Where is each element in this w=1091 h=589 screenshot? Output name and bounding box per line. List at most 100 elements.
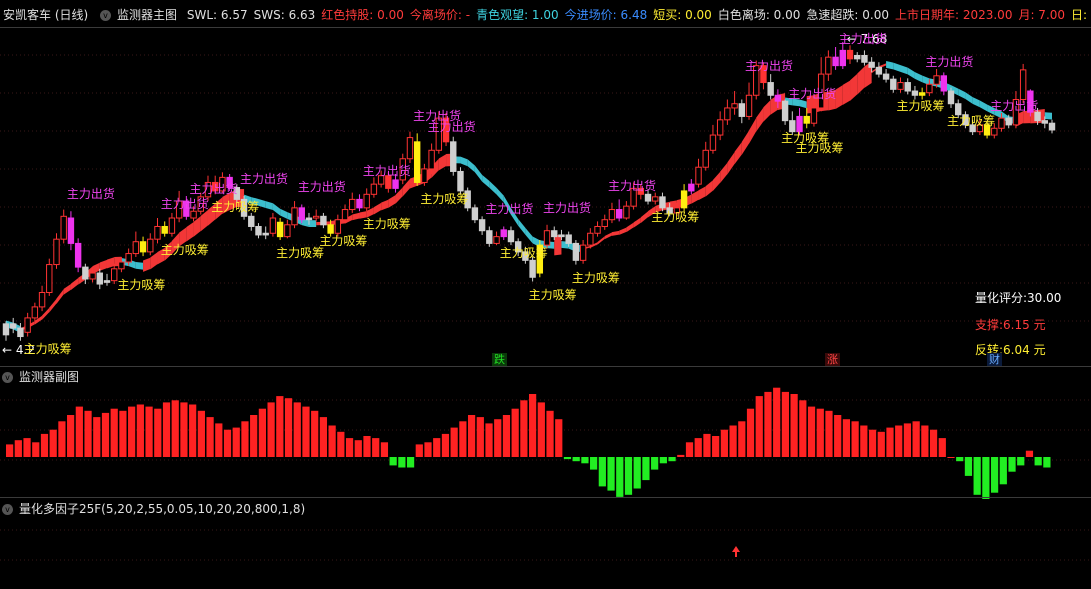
- histogram-bar-positive: [119, 410, 127, 457]
- candle-body: [248, 215, 255, 227]
- trend-ribbon-segment: [554, 234, 562, 256]
- histogram-bar-negative: [572, 457, 580, 462]
- histogram-bar-positive: [171, 400, 179, 457]
- histogram-bar-negative: [563, 457, 572, 460]
- histogram-bar-positive: [284, 398, 293, 457]
- candle-body: [111, 268, 118, 282]
- collapse-icon[interactable]: v: [2, 372, 13, 383]
- candle-body: [731, 103, 738, 109]
- trend-ribbon-segment: [842, 80, 851, 105]
- histogram-bar-positive: [799, 400, 807, 457]
- histogram-bar-negative: [990, 457, 999, 493]
- candle-body: [1048, 122, 1056, 131]
- candle-body: [67, 217, 75, 244]
- histogram-bar-positive: [215, 423, 223, 457]
- trend-ribbon-segment: [482, 174, 490, 188]
- histogram-bar-negative: [590, 457, 598, 470]
- histogram-bar-positive: [93, 417, 101, 457]
- trend-ribbon-segment: [56, 289, 64, 304]
- histogram-bar-positive: [49, 429, 57, 457]
- trend-ribbon-segment: [474, 165, 483, 182]
- histogram-bar-positive: [868, 429, 877, 457]
- candle-body: [767, 82, 774, 96]
- trend-ribbon-segment: [395, 187, 403, 204]
- candle-body: [875, 66, 883, 75]
- trend-ribbon-segment: [965, 92, 973, 104]
- reversal-price-text: 反转:6.04 元: [975, 343, 1046, 357]
- trend-ribbon-segment: [150, 252, 158, 270]
- histogram-bar-positive: [232, 427, 240, 457]
- candle-body: [1005, 117, 1012, 126]
- quant-score-text: 量化评分:30.00: [975, 291, 1062, 305]
- candle-body: [558, 234, 565, 238]
- trend-ribbon-segment: [352, 212, 360, 221]
- histogram-bar-positive: [319, 417, 328, 457]
- candle-body: [781, 100, 789, 122]
- support-price-text: 支撑:6.15 元: [975, 318, 1046, 332]
- trend-ribbon-segment: [907, 67, 915, 79]
- candle-body: [680, 190, 688, 209]
- event-badge-finance[interactable]: 财: [987, 353, 1002, 367]
- histogram-bar-positive: [677, 454, 685, 457]
- trend-ribbon-segment: [402, 178, 410, 197]
- candle-body: [132, 241, 140, 255]
- histogram-bar-negative: [616, 457, 624, 497]
- histogram-bar-negative: [581, 457, 589, 464]
- collapse-icon[interactable]: v: [2, 504, 13, 515]
- candle-body: [998, 117, 1005, 129]
- candle-body: [96, 272, 103, 285]
- candle-body: [572, 242, 580, 261]
- annotation-label: 主力出货: [788, 87, 837, 102]
- histogram-bar-positive: [511, 408, 519, 457]
- candle-body: [428, 149, 435, 170]
- candle-body: [103, 280, 111, 283]
- candle-body: [284, 224, 291, 238]
- candle-body: [702, 149, 709, 168]
- histogram-bar-positive: [746, 408, 755, 457]
- trend-ribbon-segment: [972, 97, 980, 108]
- histogram-bar-negative: [659, 457, 667, 464]
- histogram-bar-negative: [398, 457, 406, 468]
- trend-ribbon-segment: [698, 186, 706, 201]
- histogram-bar-positive: [816, 408, 824, 457]
- candle-body: [594, 225, 601, 234]
- candle-body: [846, 49, 854, 60]
- candle-body: [74, 242, 82, 268]
- candle-body: [341, 209, 349, 221]
- histogram-bar-negative: [973, 457, 981, 495]
- histogram-bar-positive: [886, 427, 894, 457]
- candle-body: [933, 75, 940, 85]
- annotation-label: 主力出货: [745, 58, 794, 73]
- candle-body: [608, 209, 616, 221]
- candle-body: [918, 92, 926, 96]
- candle-body: [890, 78, 897, 90]
- histogram-bar-positive: [32, 442, 40, 457]
- candle-body: [118, 261, 125, 270]
- histogram-bar-positive: [834, 415, 842, 457]
- trend-ribbon-segment: [734, 142, 742, 165]
- trend-ribbon-segment: [265, 201, 273, 211]
- histogram-bar-positive: [101, 412, 110, 457]
- trend-ribbon-segment: [626, 222, 634, 233]
- event-badge-fall[interactable]: 跌: [492, 353, 507, 367]
- histogram-bar-negative: [633, 457, 641, 489]
- candle-body: [825, 56, 832, 75]
- histogram-bar-positive: [895, 425, 903, 457]
- histogram-bar-positive: [424, 442, 432, 457]
- histogram-bar-positive: [84, 410, 92, 457]
- histogram-bar-negative: [1043, 457, 1051, 468]
- annotation-label: 主力出货: [925, 55, 974, 70]
- annotation-label: 主力出货: [160, 197, 209, 212]
- histogram-bar-positive: [267, 402, 275, 457]
- trend-ribbon-segment: [640, 211, 649, 224]
- event-badge-rise[interactable]: 涨: [825, 353, 840, 367]
- histogram-bar-positive: [311, 410, 319, 457]
- histogram-bar-negative: [406, 457, 415, 468]
- trend-ribbon-segment: [763, 100, 771, 122]
- candle-body: [493, 236, 500, 244]
- trend-ribbon-segment: [604, 232, 612, 240]
- candle-body: [579, 244, 587, 261]
- candle-body: [125, 253, 132, 263]
- annotation-label: 主力吸筹: [23, 342, 72, 356]
- trend-ribbon-segment: [712, 171, 721, 191]
